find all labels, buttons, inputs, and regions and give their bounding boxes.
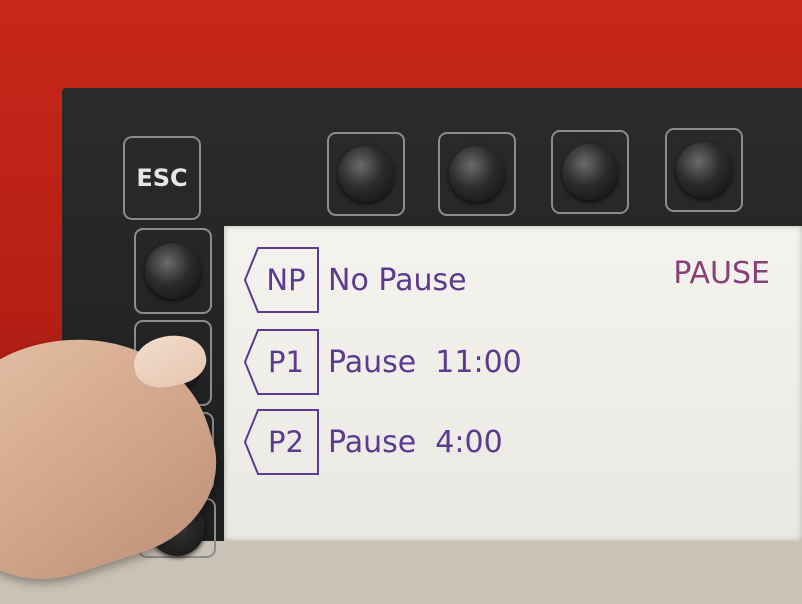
- top-softkey-4[interactable]: [665, 128, 743, 212]
- item-code: P1: [268, 345, 304, 379]
- item-code-tag: P2: [242, 406, 322, 478]
- top-softkey-2[interactable]: [438, 132, 516, 216]
- item-code-tag: NP: [242, 244, 322, 316]
- softkey-knob: [145, 243, 201, 299]
- top-softkey-1[interactable]: [327, 132, 405, 216]
- top-softkey-3[interactable]: [551, 130, 629, 214]
- menu-item-pause-2[interactable]: P2 Pause 4:00: [242, 406, 503, 478]
- pause-status-label: PAUSE: [673, 256, 770, 291]
- esc-label: ESC: [136, 164, 188, 192]
- softkey-knob: [562, 144, 618, 200]
- softkey-knob: [676, 142, 732, 198]
- item-label: Pause 4:00: [328, 424, 503, 460]
- softkey-knob: [449, 146, 505, 202]
- esc-button[interactable]: ESC: [123, 136, 201, 220]
- item-code-tag: P1: [242, 326, 322, 398]
- item-code: NP: [266, 263, 306, 297]
- lcd-screen: PAUSE NP No Pause P1 Pause 11:00 P2 Paus…: [224, 226, 802, 541]
- softkey-knob: [338, 146, 394, 202]
- menu-item-no-pause[interactable]: NP No Pause: [242, 244, 467, 316]
- menu-item-pause-1[interactable]: P1 Pause 11:00: [242, 326, 522, 398]
- item-code: P2: [268, 425, 304, 459]
- side-softkey-np[interactable]: [134, 228, 212, 314]
- item-label: Pause 11:00: [328, 344, 522, 380]
- item-label: No Pause: [328, 262, 467, 298]
